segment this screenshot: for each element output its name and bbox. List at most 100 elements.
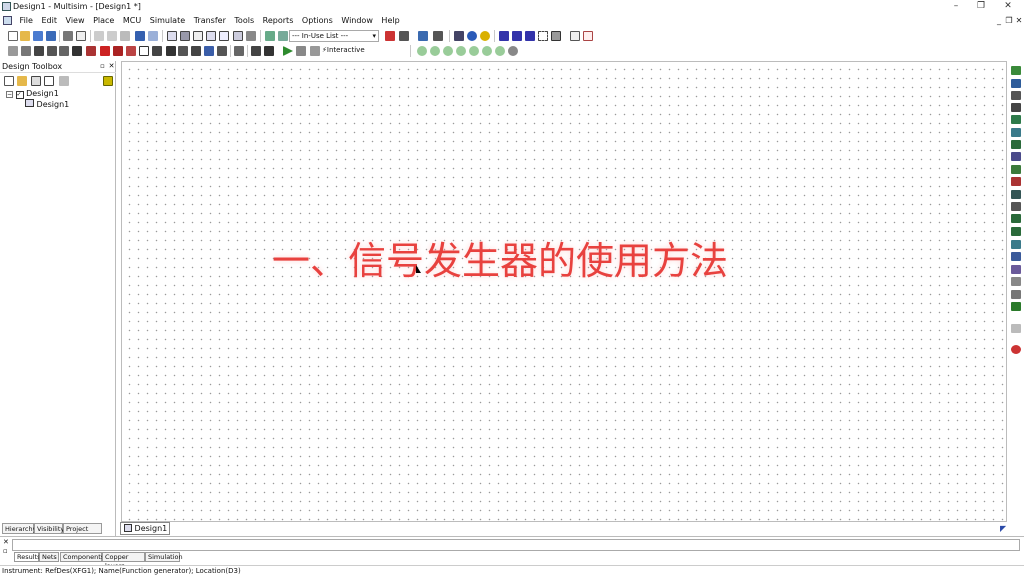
current-probe-icon[interactable]: [1011, 324, 1021, 333]
transfer-icon[interactable]: [433, 31, 443, 41]
tab-simulation[interactable]: Simulation: [145, 552, 183, 562]
probe-power-icon[interactable]: [443, 46, 453, 56]
find-icon[interactable]: [454, 31, 464, 41]
zoom-area-icon[interactable]: [525, 31, 535, 41]
component-wizard-icon[interactable]: [233, 31, 243, 41]
spreadsheet-view-icon[interactable]: [206, 31, 216, 41]
toolbox-pin-button[interactable]: ▫: [98, 62, 107, 71]
distortion-analyzer-icon[interactable]: [1011, 202, 1021, 211]
document-tab[interactable]: Design1 *: [120, 522, 170, 544]
place-advanced-peripherals-icon[interactable]: [166, 46, 176, 56]
menu-file[interactable]: File: [17, 14, 36, 27]
open-sample-icon[interactable]: [33, 31, 43, 41]
close-button[interactable]: ✕: [996, 0, 1020, 13]
place-hierarchical-block-icon[interactable]: [234, 46, 244, 56]
probe-settings-icon[interactable]: [508, 46, 518, 56]
place-misc-digital-icon[interactable]: [100, 46, 110, 56]
redo-icon[interactable]: [148, 31, 158, 41]
bode-plotter-icon[interactable]: [1011, 128, 1021, 137]
oscilloscope-icon[interactable]: [1011, 103, 1021, 112]
tree-root-row[interactable]: − ✓ Design1: [6, 89, 59, 99]
probe-icon[interactable]: [385, 31, 395, 41]
new-design-icon[interactable]: [4, 76, 14, 86]
menu-simulate[interactable]: Simulate: [147, 14, 188, 27]
probe-voltage-icon[interactable]: [417, 46, 427, 56]
place-transistor-icon[interactable]: [47, 46, 57, 56]
close-design-icon[interactable]: [44, 76, 54, 86]
menu-reports[interactable]: Reports: [260, 14, 297, 27]
labview-instrument-icon[interactable]: [1011, 290, 1021, 299]
ni-elvis-icon[interactable]: [1011, 302, 1021, 311]
tab-nets[interactable]: Nets: [39, 552, 59, 562]
place-ni-component-icon[interactable]: [204, 46, 214, 56]
place-misc-icon[interactable]: [152, 46, 162, 56]
print-icon[interactable]: [63, 31, 73, 41]
zoom-sheet-icon[interactable]: [538, 31, 548, 41]
in-use-list-dropdown[interactable]: --- In-Use List --- ▾: [289, 30, 379, 42]
four-channel-oscilloscope-icon[interactable]: [1011, 115, 1021, 124]
agilent-generator-icon[interactable]: [1011, 240, 1021, 249]
menu-edit[interactable]: Edit: [38, 14, 60, 27]
tab-visibility[interactable]: Visibility: [34, 523, 64, 534]
open-icon[interactable]: [20, 31, 30, 41]
new-icon[interactable]: [8, 31, 18, 41]
place-mcu-icon[interactable]: [217, 46, 227, 56]
place-ttl-icon[interactable]: [72, 46, 82, 56]
menu-view[interactable]: View: [63, 14, 88, 27]
logic-converter-icon[interactable]: [1011, 165, 1021, 174]
menu-mcu[interactable]: MCU: [120, 14, 144, 27]
back-annotate-icon[interactable]: [418, 31, 428, 41]
logic-analyzer-icon[interactable]: [1011, 177, 1021, 186]
stop-simulation-icon[interactable]: [310, 46, 320, 56]
place-electromechanical-icon[interactable]: [191, 46, 201, 56]
tree-child-row[interactable]: Design1: [25, 99, 69, 110]
place-source-icon[interactable]: [8, 46, 18, 56]
toolbox-options-icon[interactable]: [103, 76, 113, 86]
toolbox-close-button[interactable]: ✕: [107, 62, 116, 71]
forward-annotate-icon[interactable]: [399, 31, 409, 41]
agilent-multimeter-icon[interactable]: [1011, 252, 1021, 261]
frequency-counter-icon[interactable]: [1011, 140, 1021, 149]
wattmeter-icon[interactable]: [1011, 91, 1021, 100]
menu-window[interactable]: Window: [338, 14, 376, 27]
zoom-out-icon[interactable]: [512, 31, 522, 41]
record-icon[interactable]: [246, 31, 256, 41]
spreadsheet-close-icon[interactable]: ✕: [3, 538, 9, 546]
schematic-canvas[interactable]: [121, 61, 1007, 522]
place-basic-icon[interactable]: [21, 46, 31, 56]
rename-icon[interactable]: [59, 76, 69, 86]
menu-place[interactable]: Place: [90, 14, 117, 27]
probe-current-ref-icon[interactable]: [495, 46, 505, 56]
tab-components[interactable]: Components: [60, 552, 104, 562]
mdi-close-button[interactable]: ✕: [1014, 16, 1024, 26]
probe-digital-icon[interactable]: [482, 46, 492, 56]
menu-options[interactable]: Options: [299, 14, 336, 27]
grid-icon[interactable]: [180, 31, 190, 41]
menu-help[interactable]: Help: [378, 14, 402, 27]
mdi-restore-button[interactable]: ❐: [1004, 16, 1014, 26]
run-simulation-icon[interactable]: [283, 46, 293, 56]
mdi-minimize-button[interactable]: _: [994, 16, 1004, 26]
spectrum-analyzer-icon[interactable]: [1011, 214, 1021, 223]
tektronix-oscilloscope-icon[interactable]: [1011, 277, 1021, 286]
pause-simulation-icon[interactable]: [296, 46, 306, 56]
tab-hierarchy[interactable]: Hierarchy: [2, 523, 36, 534]
cut-icon[interactable]: [94, 31, 104, 41]
open-design-icon[interactable]: [17, 76, 27, 86]
paste-icon[interactable]: [120, 31, 130, 41]
probe-current-icon[interactable]: [430, 46, 440, 56]
place-wire-icon[interactable]: [264, 46, 274, 56]
multimeter-icon[interactable]: [1011, 66, 1021, 75]
place-mixed-icon[interactable]: [113, 46, 123, 56]
agilent-oscilloscope-icon[interactable]: [1011, 265, 1021, 274]
design-toolbox-icon[interactable]: [193, 31, 203, 41]
function-generator-icon[interactable]: [1011, 79, 1021, 88]
help-icon[interactable]: [480, 31, 490, 41]
place-analog-icon[interactable]: [59, 46, 69, 56]
zoom-in-icon[interactable]: [499, 31, 509, 41]
save-design-icon[interactable]: [31, 76, 41, 86]
place-cmos-icon[interactable]: [86, 46, 96, 56]
full-screen-icon[interactable]: [551, 31, 561, 41]
minimize-button[interactable]: –: [944, 0, 968, 13]
place-power-icon[interactable]: [139, 46, 149, 56]
